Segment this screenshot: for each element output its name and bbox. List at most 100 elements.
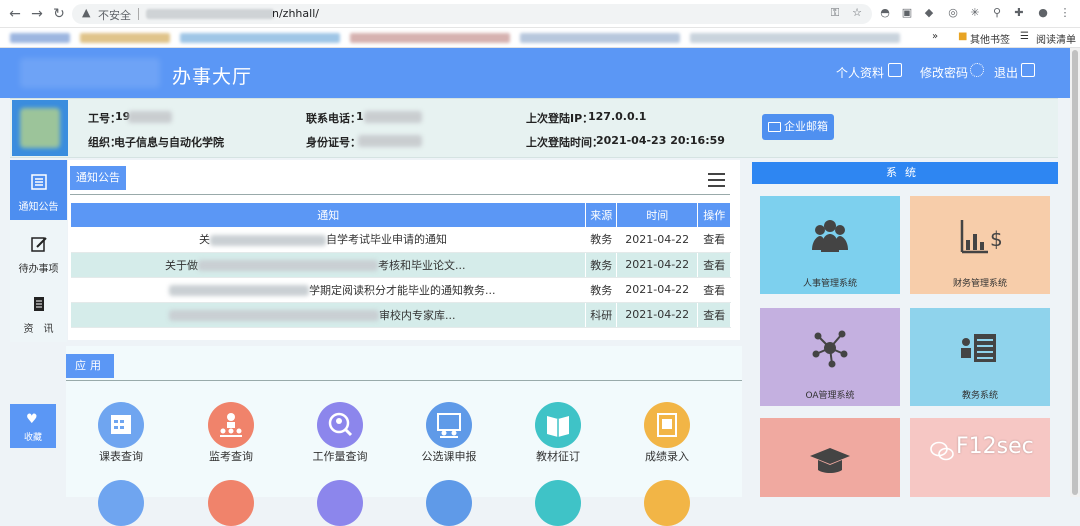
bookmarks-bar: » ■ 其他书签 ☰ 阅读清单: [0, 28, 1080, 48]
enterprise-mail-button[interactable]: 企业邮箱: [762, 114, 834, 140]
sys-graduate[interactable]: [760, 418, 900, 497]
extension-icon[interactable]: ✳: [968, 6, 982, 20]
nav-item-todo[interactable]: 待办事项: [10, 222, 67, 282]
grade-icon: [644, 402, 690, 448]
graduation-cap-icon: [810, 448, 850, 473]
wechat-icon: [930, 441, 954, 461]
app-label: 教材征订: [536, 450, 580, 463]
forward-icon[interactable]: →: [28, 5, 46, 23]
insecure-label: 不安全: [98, 9, 131, 22]
sys-hr[interactable]: 人事管理系统: [760, 196, 900, 294]
systems-header: 系统: [752, 162, 1058, 184]
blurred-bookmark[interactable]: [350, 33, 510, 43]
mail-icon: [768, 122, 781, 132]
blurred-bookmark[interactable]: [80, 33, 170, 43]
last-time-label: 上次登陆时间：: [526, 136, 603, 149]
profile-link[interactable]: 个人资料: [836, 64, 884, 81]
sys-academic[interactable]: 教务系统: [910, 308, 1050, 406]
app-textbook[interactable]: 教材征订: [517, 400, 597, 464]
notice-source: 教务: [585, 277, 617, 303]
app-icon-partial[interactable]: [535, 480, 581, 526]
id-label: 身份证号：: [306, 136, 361, 149]
gear-icon[interactable]: [970, 63, 984, 77]
title-text: 考核和毕业论文...: [378, 258, 466, 272]
reload-icon[interactable]: ↻: [50, 5, 68, 23]
notice-title[interactable]: 审校内专家库...: [71, 302, 587, 328]
nav-item-news[interactable]: 资 讯: [10, 282, 67, 342]
blurred-bookmark[interactable]: [690, 33, 900, 43]
network-icon: [812, 330, 848, 368]
blurred-bookmark[interactable]: [520, 33, 680, 43]
reading-list[interactable]: 阅读清单: [1036, 31, 1076, 46]
address-bar[interactable]: ▲ 不安全 n/zhhall/: [72, 4, 872, 24]
profile-icon[interactable]: [888, 63, 902, 77]
edit-icon: [31, 237, 47, 252]
left-nav: 通知公告 待办事项 资 讯: [10, 160, 67, 342]
table-row[interactable]: 学期定阅读积分才能毕业的通知教务... 教务 2021-04-22 查看: [71, 277, 731, 303]
phone-label: 联系电话：: [306, 112, 361, 125]
apps-tab[interactable]: 应用: [66, 354, 114, 378]
notice-title[interactable]: 关于做 考核和毕业论文...: [71, 252, 587, 278]
app-label: 课表查询: [99, 450, 143, 463]
app-elective[interactable]: 公选课申报: [408, 400, 488, 464]
view-link[interactable]: 查看: [697, 252, 731, 278]
last-time-value: 2021-04-23 20:16:59: [596, 134, 725, 147]
table-row[interactable]: 审校内专家库... 科研 2021-04-22 查看: [71, 302, 731, 328]
search-person-icon: [317, 402, 363, 448]
view-link[interactable]: 查看: [697, 227, 731, 253]
change-password-link[interactable]: 修改密码: [920, 64, 968, 81]
puzzle-icon[interactable]: ✚: [1012, 6, 1026, 20]
app-icon-partial[interactable]: [208, 480, 254, 526]
notice-title[interactable]: 学期定阅读积分才能毕业的通知教务...: [71, 277, 587, 303]
app-icon-partial[interactable]: [317, 480, 363, 526]
table-row[interactable]: 关 自学考试毕业申请的通知 教务 2021-04-22 查看: [71, 227, 731, 253]
table-row[interactable]: 关于做 考核和毕业论文... 教务 2021-04-22 查看: [71, 252, 731, 278]
blurred-bookmark[interactable]: [180, 33, 340, 43]
extension-icon[interactable]: ▣: [900, 6, 914, 20]
blurred-text: [364, 111, 422, 123]
favorites-label: 收藏: [23, 433, 42, 443]
view-link[interactable]: 查看: [697, 277, 731, 303]
notice-title[interactable]: 关 自学考试毕业申请的通知: [71, 227, 587, 253]
extension-icon[interactable]: ◆: [922, 6, 936, 20]
app-invigilation[interactable]: 监考查询: [190, 400, 270, 464]
app-icon-partial[interactable]: [644, 480, 690, 526]
extension-icon[interactable]: ◎: [946, 6, 960, 20]
browser-toolbar: ← → ↻ ▲ 不安全 n/zhhall/ ⚿ ☆ ◓ ▣ ◆ ◎ ✳ ⚲ ✚ …: [0, 0, 1080, 28]
page-title: 办事大厅: [172, 66, 253, 88]
app-icon-partial[interactable]: [426, 480, 472, 526]
list-icon: [31, 174, 47, 190]
favorites-button[interactable]: ♥ 收藏: [10, 404, 56, 448]
scrollbar[interactable]: [1070, 48, 1080, 497]
blurred-bookmark[interactable]: [10, 33, 70, 43]
back-icon[interactable]: ←: [6, 5, 24, 23]
title-text: 审校内专家库...: [379, 308, 456, 322]
key-icon[interactable]: ⚿: [828, 6, 842, 20]
app-icon-partial[interactable]: [98, 480, 144, 526]
extension-icon[interactable]: ◓: [878, 6, 892, 20]
finance-chart-icon: $: [960, 220, 1003, 254]
title-text: 关于做: [165, 258, 198, 272]
app-schedule[interactable]: 课表查询: [80, 400, 160, 464]
chevron-right-icon[interactable]: »: [932, 31, 938, 42]
app-grades[interactable]: 成绩录入: [626, 400, 706, 464]
divider: [138, 8, 139, 20]
watermark-text: F12sec: [956, 434, 1034, 459]
location-icon[interactable]: ⚲: [990, 6, 1004, 20]
logout-link[interactable]: 退出: [994, 64, 1018, 81]
view-link[interactable]: 查看: [697, 302, 731, 328]
app-workload[interactable]: 工作量查询: [299, 400, 379, 464]
divider: [70, 194, 730, 195]
notice-tab[interactable]: 通知公告: [70, 166, 126, 190]
menu-icon[interactable]: [708, 173, 725, 187]
more-icon[interactable]: ⋮: [1058, 6, 1072, 20]
logout-icon[interactable]: [1021, 63, 1035, 77]
phone-value: 1: [356, 110, 364, 123]
sys-oa[interactable]: OA管理系统: [760, 308, 900, 406]
blurred-host: [146, 9, 274, 19]
sys-finance[interactable]: $ 财务管理系统: [910, 196, 1050, 294]
other-bookmarks[interactable]: 其他书签: [970, 31, 1010, 46]
star-icon[interactable]: ☆: [850, 6, 864, 20]
avatar-icon[interactable]: ●: [1036, 6, 1050, 20]
nav-item-notices[interactable]: 通知公告: [10, 160, 67, 220]
